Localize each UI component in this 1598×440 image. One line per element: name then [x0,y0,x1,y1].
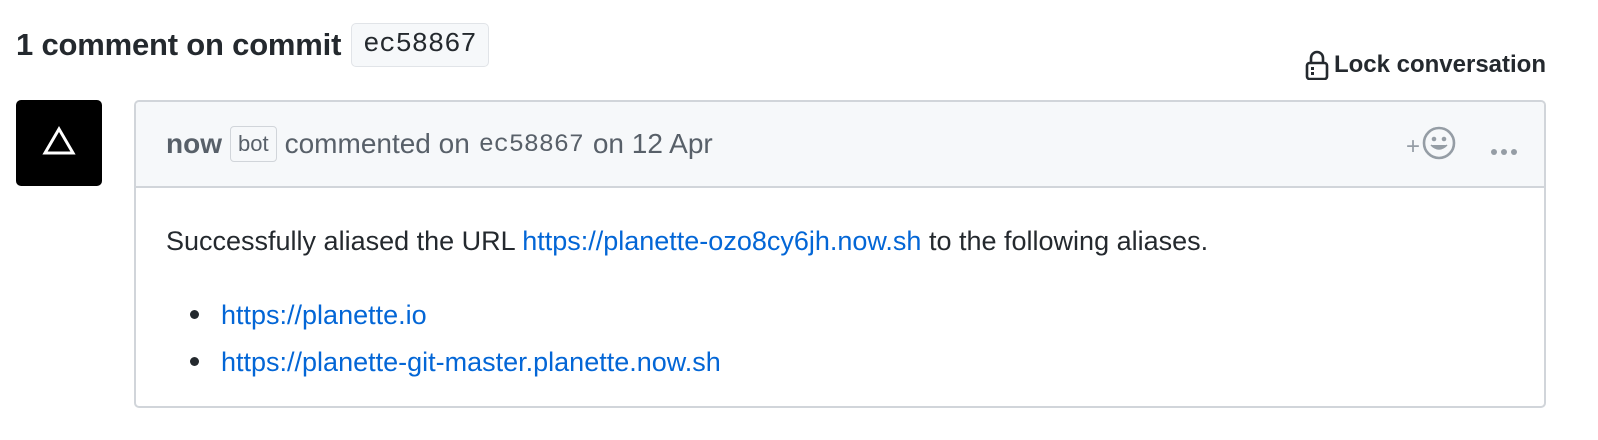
comment-actions: + [1406,126,1518,167]
comment-options-button[interactable] [1490,131,1518,163]
alias-list: https://planette.io https://planette-git… [166,298,1544,379]
bot-badge: bot [230,125,277,163]
lock-conversation-button[interactable]: Lock conversation [1305,50,1546,80]
bullet [190,310,199,319]
comment-commit-sha-link[interactable]: ec58867 [479,130,584,159]
reaction-plus: + [1405,132,1420,160]
lock-icon [1305,50,1329,80]
list-item: https://planette-git-master.planette.now… [190,345,1544,379]
comments-heading: 1 comment on commit ec58867 [16,20,489,70]
smiley-icon [1422,126,1456,167]
comment-box: now bot commented on ec58867 on 12 Apr + [134,100,1546,408]
body-prefix: Successfully aliased the URL [166,226,515,256]
comment-header: now bot commented on ec58867 on 12 Apr + [136,102,1544,188]
bullet [190,357,199,366]
triangle-logo-icon [42,125,76,161]
add-reaction-button[interactable]: + [1406,126,1456,167]
list-item: https://planette.io [190,298,1544,332]
comment-action-text: commented on [284,128,470,159]
lock-conversation-label: Lock conversation [1333,51,1546,78]
alias-link[interactable]: https://planette.io [221,300,427,330]
alias-link[interactable]: https://planette-git-master.planette.now… [221,347,721,377]
avatar[interactable] [16,100,102,186]
deployment-url-link[interactable]: https://planette-ozo8cy6jh.now.sh [522,226,921,256]
comments-title: 1 comment on commit [16,27,342,62]
kebab-horizontal-icon [1490,131,1518,163]
body-suffix: to the following aliases. [928,226,1209,256]
comment-paragraph: Successfully aliased the URL https://pla… [166,224,1544,258]
commit-comments-page: 1 comment on commit ec58867 Lock convers… [0,0,1598,440]
comment-author[interactable]: now [166,128,222,160]
commit-sha-link[interactable]: ec58867 [351,23,489,67]
comment-body: Successfully aliased the URL https://pla… [136,188,1544,379]
comment-date[interactable]: on 12 Apr [593,128,713,160]
